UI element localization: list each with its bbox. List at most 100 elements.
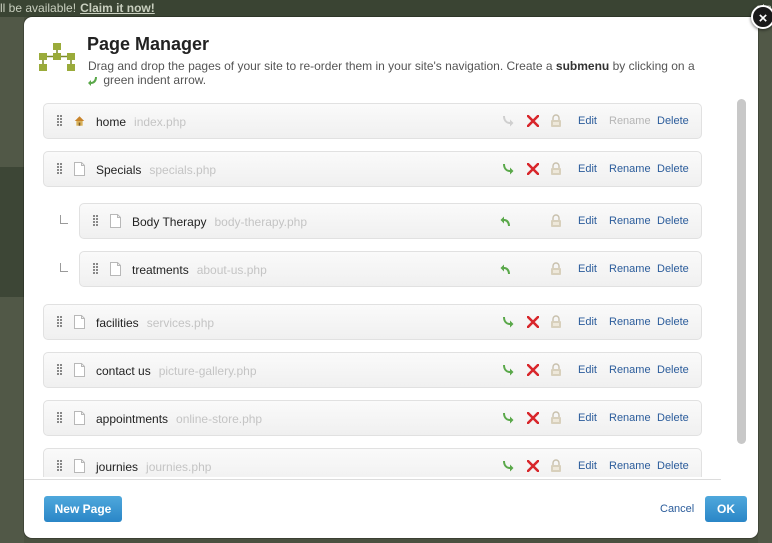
indent-arrow-icon[interactable] [500, 114, 514, 128]
lock-icon[interactable] [550, 315, 562, 328]
indent-arrow-icon[interactable] [500, 315, 514, 329]
document-icon [110, 262, 121, 276]
drag-grip-icon[interactable] [57, 364, 62, 376]
drag-grip-icon[interactable] [57, 115, 62, 127]
delete-x-icon[interactable] [527, 364, 539, 376]
indent-arrow-icon [88, 76, 97, 86]
rename-link[interactable]: Rename [609, 163, 651, 175]
page-filename: specials.php [149, 163, 217, 177]
page-filename: body-therapy.php [214, 215, 308, 229]
delete-link[interactable]: Delete [657, 364, 689, 376]
background-topbar: ll be available!Claim it now! sta [0, 0, 772, 17]
delete-x-icon[interactable] [527, 316, 539, 328]
submenu-connector [60, 215, 68, 224]
rename-link[interactable]: Rename [609, 215, 651, 227]
indent-arrow-icon[interactable] [500, 363, 514, 377]
page-filename: index.php [134, 115, 187, 129]
delete-link[interactable]: Delete [657, 412, 689, 424]
delete-link[interactable]: Delete [657, 215, 689, 227]
outdent-arrow-icon [500, 264, 510, 274]
ok-button[interactable]: OK [705, 496, 747, 522]
background-notice: ll be available! Claim it now! [0, 1, 155, 15]
cancel-button[interactable]: Cancel [660, 503, 694, 515]
page-row[interactable]: contact us picture-gallery.php Edit Rename D… [43, 352, 702, 388]
drag-grip-icon[interactable] [57, 412, 62, 424]
edit-link[interactable]: Edit [578, 163, 597, 175]
lock-icon[interactable] [550, 262, 562, 275]
delete-link[interactable]: Delete [657, 163, 689, 175]
delete-link[interactable]: Delete [657, 115, 689, 127]
lock-icon[interactable] [550, 459, 562, 472]
lock-icon[interactable] [550, 411, 562, 424]
drag-grip-icon[interactable] [93, 263, 98, 275]
edit-link[interactable]: Edit [578, 215, 597, 227]
document-icon [74, 162, 85, 176]
delete-x-icon[interactable] [527, 460, 539, 472]
page-label: facilities services.php [96, 316, 214, 330]
document-icon [74, 363, 85, 377]
claim-link[interactable]: Claim it now! [80, 1, 155, 15]
scrollbar[interactable] [737, 99, 746, 444]
drag-grip-icon[interactable] [57, 460, 62, 472]
new-page-button[interactable]: New Page [44, 496, 122, 522]
edit-link[interactable]: Edit [578, 316, 597, 328]
indent-arrow-icon[interactable] [500, 162, 514, 176]
drag-grip-icon[interactable] [57, 316, 62, 328]
rename-link[interactable]: Rename [609, 316, 651, 328]
close-icon[interactable]: × [751, 5, 772, 29]
page-name: treatments [132, 263, 189, 277]
dialog-description: Drag and drop the pages of your site to … [88, 59, 695, 87]
edit-link[interactable]: Edit [578, 460, 597, 472]
rename-link[interactable]: Rename [609, 263, 651, 275]
page-filename: services.php [146, 316, 215, 330]
page-name: facilities [96, 316, 139, 330]
indent-arrow-icon[interactable] [500, 411, 514, 425]
indent-arrow-icon[interactable] [500, 459, 514, 473]
lock-icon[interactable] [550, 363, 562, 376]
delete-link[interactable]: Delete [657, 460, 689, 472]
lock-icon[interactable] [550, 162, 562, 175]
page-row[interactable]: appointments online-store.php Edit Rename De… [43, 400, 702, 436]
page-label: contact us picture-gallery.php [96, 364, 257, 378]
drag-grip-icon[interactable] [93, 215, 98, 227]
submenu-connector [60, 263, 68, 272]
rename-link[interactable]: Rename [609, 460, 651, 472]
page-row[interactable]: home index.php Edit Rename Delete [43, 103, 702, 139]
page-label: Specials specials.php [96, 163, 216, 177]
rename-link[interactable]: Rename [609, 412, 651, 424]
edit-link[interactable]: Edit [578, 364, 597, 376]
document-icon [74, 411, 85, 425]
sitemap-icon [39, 43, 75, 71]
page-row[interactable]: journies journies.php Edit Rename Delete [43, 448, 702, 477]
edit-link[interactable]: Edit [578, 115, 597, 127]
drag-grip-icon[interactable] [57, 163, 62, 175]
page-row[interactable]: Body Therapy body-therapy.php Edit Rename De… [79, 203, 702, 239]
delete-x-icon[interactable] [527, 412, 539, 424]
document-icon [110, 214, 121, 228]
delete-link[interactable]: Delete [657, 316, 689, 328]
lock-icon[interactable] [550, 114, 562, 127]
delete-x-icon[interactable] [527, 163, 539, 175]
document-icon [74, 459, 85, 473]
page-manager-dialog: Page Manager Drag and drop the pages of … [24, 17, 758, 538]
page-row[interactable]: facilities services.php Edit Rename Delete [43, 304, 702, 340]
rename-link[interactable]: Rename [609, 364, 651, 376]
edit-link[interactable]: Edit [578, 263, 597, 275]
page-list: home index.php Edit Rename Delete Specials spe… [24, 99, 748, 477]
page-label: home index.php [96, 115, 186, 129]
page-label: Body Therapy body-therapy.php [132, 215, 307, 229]
rename-link[interactable]: Rename [609, 115, 651, 127]
outdent-arrow-icon [500, 216, 510, 226]
lock-icon[interactable] [550, 214, 562, 227]
delete-x-icon[interactable] [527, 115, 539, 127]
dialog-title: Page Manager [87, 34, 210, 54]
page-filename: about-us.php [196, 263, 267, 277]
delete-link[interactable]: Delete [657, 263, 689, 275]
page-row[interactable]: treatments about-us.php Edit Rename Delete [79, 251, 702, 287]
page-name: Specials [96, 163, 142, 177]
page-row[interactable]: Specials specials.php Edit Rename Delete [43, 151, 702, 187]
background-right-panel [758, 17, 772, 543]
edit-link[interactable]: Edit [578, 412, 597, 424]
background-left-panel [0, 17, 24, 543]
page-filename: journies.php [146, 460, 212, 474]
